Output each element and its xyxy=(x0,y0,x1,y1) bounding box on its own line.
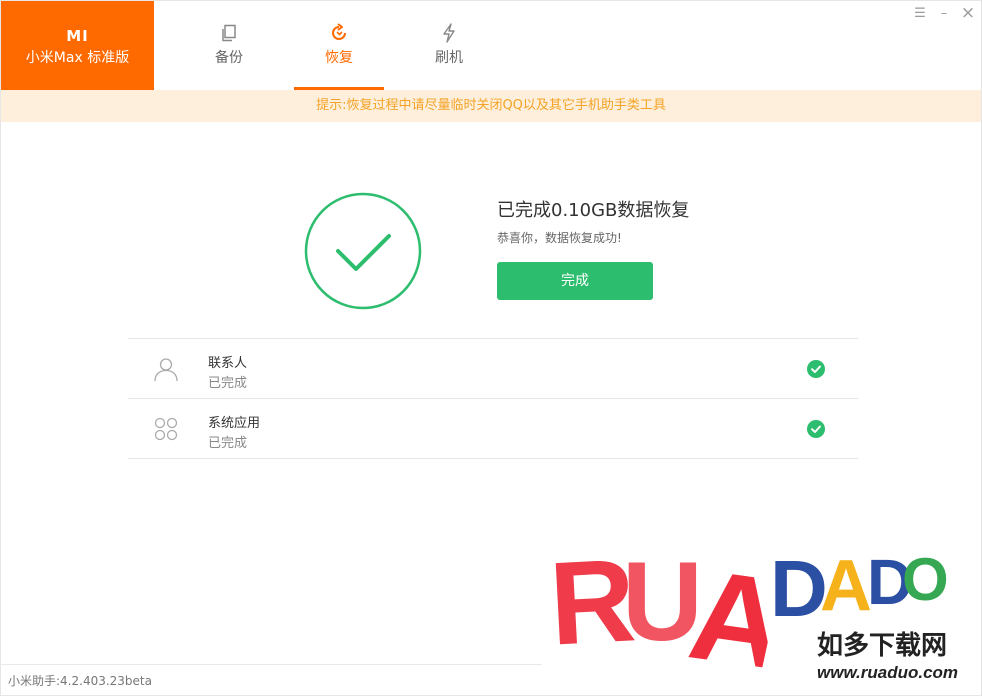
item-status: 已完成 xyxy=(208,436,248,451)
watermark-chinese: 如多下载网 xyxy=(817,630,947,660)
item-status: 已完成 xyxy=(208,376,248,391)
person-icon xyxy=(153,356,179,382)
tab-flash[interactable]: 刷机 xyxy=(404,1,494,90)
check-icon xyxy=(807,420,825,438)
svg-text:A: A xyxy=(820,546,872,626)
version-label: 小米助手:4.2.403.23beta xyxy=(8,674,152,688)
item-name: 联系人 xyxy=(208,356,248,371)
item-name: 系统应用 xyxy=(208,416,261,431)
result-info: 已完成0.10GB数据恢复 恭喜你，数据恢复成功! xyxy=(497,198,689,246)
close-button[interactable]: × xyxy=(961,3,975,23)
success-check-icon xyxy=(304,192,422,310)
list-item: 系统应用 已完成 xyxy=(128,399,858,459)
device-name: 小米Max 标准版 xyxy=(25,50,130,66)
apps-icon xyxy=(153,416,179,442)
minimize-button[interactable]: – xyxy=(937,5,951,21)
svg-text:O: O xyxy=(902,546,949,613)
mi-logo: MI xyxy=(66,27,89,45)
done-button[interactable]: 完成 xyxy=(497,262,653,300)
menu-button[interactable]: ☰ xyxy=(913,5,927,21)
tab-label: 恢复 xyxy=(325,50,353,66)
app-window: MI 小米Max 标准版 备份 恢复 刷机 ☰ – × 提示:恢复过程中请尽量临… xyxy=(0,0,982,696)
header: MI 小米Max 标准版 备份 恢复 刷机 ☰ – × xyxy=(1,1,981,90)
tab-backup[interactable]: 备份 xyxy=(184,1,274,90)
brand-block: MI 小米Max 标准版 xyxy=(1,1,154,90)
watermark-brand: RUADADO xyxy=(552,532,557,535)
restored-items-list: 联系人 已完成 系统应用 已完成 xyxy=(128,338,858,459)
tab-label: 刷机 xyxy=(435,50,463,66)
result-title: 已完成0.10GB数据恢复 xyxy=(497,200,690,221)
window-controls: ☰ – × xyxy=(913,3,975,23)
result-subtitle: 恭喜你，数据恢复成功! xyxy=(497,231,622,245)
notice-bar: 提示:恢复过程中请尽量临时关闭QQ以及其它手机助手类工具 xyxy=(1,90,981,122)
restore-icon xyxy=(294,22,384,44)
watermark-url: www.ruaduo.com xyxy=(817,663,958,682)
watermark-logo: R U A D A D O 如多下载网 www.ruaduo.com RUADA… xyxy=(542,512,981,695)
list-item: 联系人 已完成 xyxy=(128,339,858,399)
tab-label: 备份 xyxy=(215,50,243,66)
flash-icon xyxy=(404,22,494,44)
check-icon xyxy=(807,360,825,378)
copy-icon xyxy=(184,22,274,44)
tab-restore[interactable]: 恢复 xyxy=(294,1,384,90)
